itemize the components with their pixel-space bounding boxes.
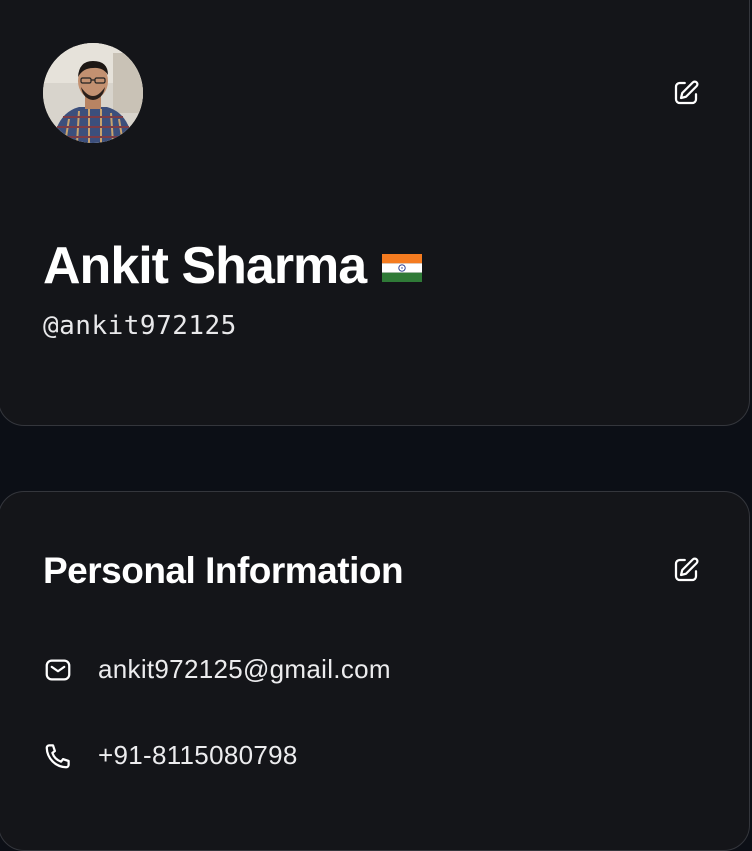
- edit-icon: [674, 557, 699, 582]
- profile-name-row: Ankit Sharma: [43, 236, 423, 296]
- edit-personal-info-button[interactable]: [669, 553, 703, 587]
- phone-value: +91-8115080798: [98, 740, 298, 770]
- profile-handle: @ankit972125: [43, 311, 237, 341]
- personal-information-card: Personal Information ankit972125@gmail.c…: [0, 491, 750, 851]
- phone-row[interactable]: +91-8115080798: [43, 740, 298, 771]
- email-row[interactable]: ankit972125@gmail.com: [43, 654, 391, 685]
- section-title: Personal Information: [43, 550, 404, 591]
- edit-profile-button[interactable]: [669, 76, 703, 110]
- profile-card: Ankit Sharma @ankit972125: [0, 0, 750, 426]
- mail-icon: [43, 655, 73, 685]
- profile-name: Ankit Sharma: [43, 237, 367, 295]
- email-value: ankit972125@gmail.com: [98, 654, 391, 684]
- edit-icon: [674, 80, 699, 105]
- avatar[interactable]: [43, 43, 143, 143]
- phone-icon: [43, 741, 73, 771]
- user-photo: [43, 43, 143, 143]
- india-flag-icon: [382, 254, 423, 282]
